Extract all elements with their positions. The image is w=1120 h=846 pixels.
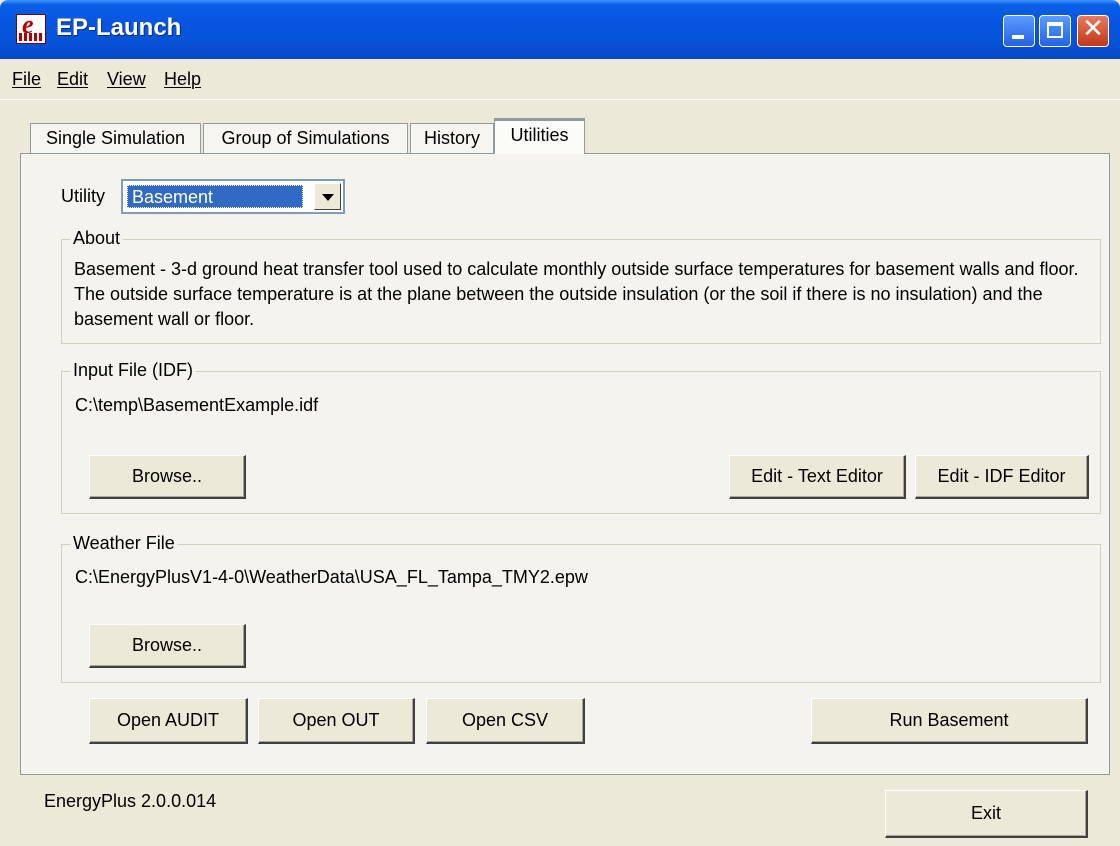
- open-csv-button[interactable]: Open CSV: [426, 698, 585, 744]
- menu-view-label: View: [107, 69, 146, 89]
- utility-select[interactable]: Basement: [121, 179, 345, 214]
- tab-single-simulation[interactable]: Single Simulation: [30, 123, 201, 153]
- open-audit-button[interactable]: Open AUDIT: [89, 698, 248, 744]
- menu-view[interactable]: View: [107, 69, 146, 90]
- menu-edit-label: Edit: [57, 69, 89, 89]
- run-basement-button[interactable]: Run Basement: [811, 698, 1088, 744]
- input-file-path: C:\temp\BasementExample.idf: [75, 395, 319, 415]
- button-label: Edit - Text Editor: [751, 466, 883, 486]
- tab-label: Utilities: [510, 125, 569, 145]
- input-browse-button[interactable]: Browse..: [89, 455, 246, 499]
- menu-edit[interactable]: Edit: [57, 69, 88, 90]
- menu-help-label: Help: [164, 69, 202, 89]
- button-label: Open AUDIT: [116, 710, 220, 730]
- button-label: Exit: [970, 803, 1001, 823]
- about-group: About Basement - 3-d ground heat transfe…: [61, 228, 1101, 344]
- tab-history[interactable]: History: [410, 123, 494, 153]
- tab-utilities[interactable]: Utilities: [494, 118, 585, 154]
- button-label: Run Basement: [889, 710, 1009, 730]
- minimize-icon: [1012, 35, 1024, 39]
- button-label: Browse..: [131, 466, 203, 486]
- tab-label: Group of Simulations: [221, 128, 390, 148]
- maximize-button[interactable]: [1039, 15, 1071, 47]
- utility-label: Utility: [61, 186, 105, 206]
- weather-file-path: C:\EnergyPlusV1-4-0\WeatherData\USA_FL_T…: [75, 567, 588, 587]
- window-title: EP-Launch: [56, 14, 182, 41]
- button-label: Open OUT: [292, 710, 380, 730]
- tab-group-of-simulations[interactable]: Group of Simulations: [203, 123, 408, 153]
- about-title: About: [70, 228, 124, 249]
- utility-selected-value: Basement: [127, 185, 303, 208]
- menu-file[interactable]: File: [12, 69, 41, 90]
- button-label: Browse..: [131, 635, 203, 655]
- energyplus-logo-icon[interactable]: e: [16, 10, 46, 44]
- menu-bar: File Edit View Help: [0, 59, 1120, 100]
- exit-button[interactable]: Exit: [885, 790, 1088, 838]
- tab-label: History: [423, 128, 480, 148]
- input-file-title: Input File (IDF): [70, 360, 197, 381]
- edit-idf-editor-button[interactable]: Edit - IDF Editor: [915, 455, 1089, 499]
- button-label: Edit - IDF Editor: [937, 466, 1066, 486]
- version-label: EnergyPlus 2.0.0.014: [44, 791, 217, 811]
- tab-label: Single Simulation: [45, 128, 186, 148]
- minimize-button[interactable]: [1003, 15, 1035, 47]
- weather-file-title: Weather File: [70, 533, 178, 554]
- button-label: Open CSV: [461, 710, 549, 730]
- menu-help[interactable]: Help: [164, 69, 201, 90]
- open-out-button[interactable]: Open OUT: [258, 698, 415, 744]
- about-text: Basement - 3-d ground heat transfer tool…: [74, 259, 1079, 329]
- weather-browse-button[interactable]: Browse..: [89, 624, 246, 668]
- title-bar[interactable]: e EP-Launch ✕: [0, 0, 1120, 59]
- chevron-down-icon[interactable]: [314, 183, 341, 210]
- edit-text-editor-button[interactable]: Edit - Text Editor: [729, 455, 906, 499]
- close-button[interactable]: ✕: [1077, 14, 1109, 47]
- maximize-icon: [1047, 22, 1063, 38]
- close-icon: ✕: [1082, 14, 1104, 44]
- menu-file-label: File: [12, 69, 42, 89]
